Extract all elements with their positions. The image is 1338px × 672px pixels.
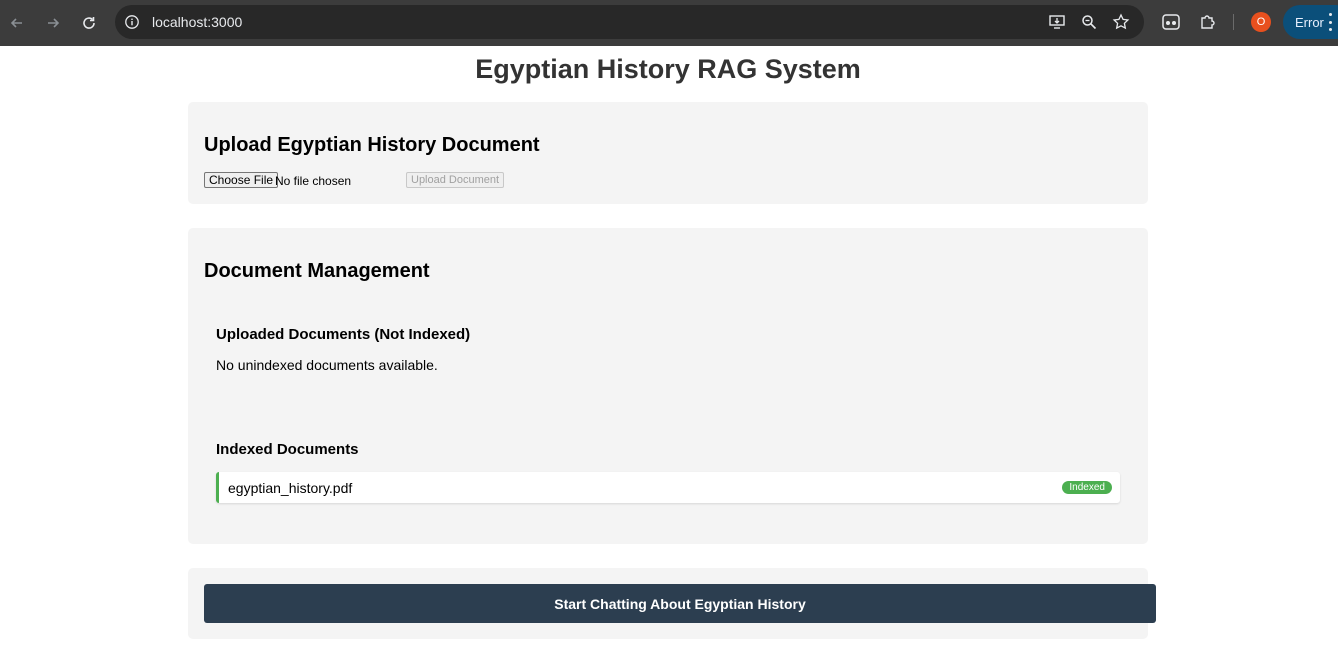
menu-kebab-icon[interactable] [1329, 13, 1333, 31]
management-heading: Document Management [204, 260, 430, 282]
chat-section: Start Chatting About Egyptian History [188, 568, 1156, 639]
indexed-heading: Indexed Documents [216, 441, 359, 458]
back-icon[interactable] [5, 11, 29, 35]
profile-avatar[interactable]: O [1251, 12, 1271, 32]
reload-icon[interactable] [77, 11, 101, 35]
error-label: Error [1295, 14, 1324, 30]
unindexed-empty-message: No unindexed documents available. [216, 357, 438, 373]
start-chatting-button[interactable]: Start Chatting About Egyptian History [204, 584, 1156, 623]
extension-reader-icon[interactable] [1161, 12, 1181, 32]
upload-document-button[interactable]: Upload Document [406, 172, 505, 188]
install-app-icon[interactable] [1048, 13, 1066, 31]
url-text[interactable]: localhost:3000 [152, 14, 242, 30]
extensions-puzzle-icon[interactable] [1198, 12, 1218, 32]
browser-toolbar: localhost:3000 O Error [0, 0, 1338, 46]
unindexed-heading: Uploaded Documents (Not Indexed) [216, 326, 471, 343]
zoom-icon[interactable] [1080, 13, 1098, 31]
toolbar-divider [1233, 14, 1234, 30]
document-name: egyptian_history.pdf [228, 480, 353, 496]
forward-icon[interactable] [41, 11, 65, 35]
upload-section: Upload Egyptian History Document Choose … [188, 102, 1148, 204]
page-title: Egyptian History RAG System [475, 54, 861, 84]
choose-file-button[interactable]: Choose File [204, 172, 279, 188]
status-badge: Indexed [1062, 481, 1112, 494]
indexed-document-row[interactable]: egyptian_history.pdf Indexed [216, 472, 1120, 503]
upload-heading: Upload Egyptian History Document [204, 134, 540, 156]
address-bar[interactable]: localhost:3000 [115, 5, 1144, 39]
file-status-text: No file chosen [275, 174, 352, 188]
document-management-section: Document Management Uploaded Documents (… [188, 228, 1148, 544]
info-icon[interactable] [124, 14, 140, 30]
bookmark-star-icon[interactable] [1112, 13, 1130, 31]
